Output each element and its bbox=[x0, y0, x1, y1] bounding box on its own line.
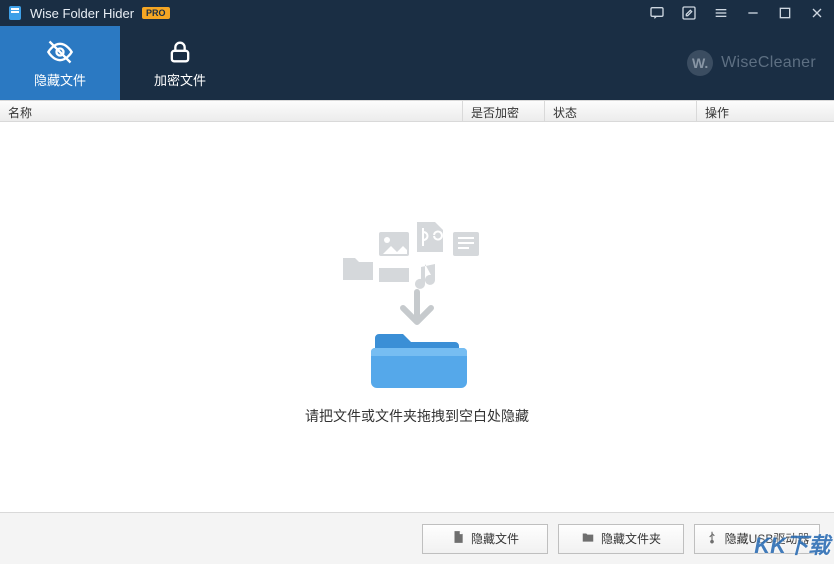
header-tabs: 隐藏文件 加密文件 W. WiseCleaner bbox=[0, 26, 834, 100]
column-name[interactable]: 名称 bbox=[0, 101, 463, 121]
brand-text: WiseCleaner bbox=[721, 54, 816, 72]
folder-icon bbox=[581, 530, 595, 547]
content-area: 名称 是否加密 状态 操作 bbox=[0, 100, 834, 564]
app-title: Wise Folder Hider bbox=[30, 6, 134, 21]
tab-encrypt-label: 加密文件 bbox=[154, 70, 206, 89]
feedback-icon[interactable] bbox=[648, 4, 666, 22]
titlebar: Wise Folder Hider PRO bbox=[0, 0, 834, 26]
column-status[interactable]: 状态 bbox=[545, 101, 697, 121]
column-encrypted[interactable]: 是否加密 bbox=[463, 101, 545, 121]
hide-usb-button[interactable]: 隐藏USB驱动器 bbox=[694, 524, 820, 554]
drop-illustration-icon bbox=[317, 208, 517, 388]
hide-file-label: 隐藏文件 bbox=[471, 530, 519, 547]
eye-off-icon bbox=[46, 38, 74, 66]
hide-usb-label: 隐藏USB驱动器 bbox=[725, 530, 810, 547]
tab-encrypt-files[interactable]: 加密文件 bbox=[120, 26, 240, 100]
tab-hide-files[interactable]: 隐藏文件 bbox=[0, 26, 120, 100]
menu-icon[interactable] bbox=[712, 4, 730, 22]
column-ops[interactable]: 操作 bbox=[697, 101, 834, 121]
hide-file-button[interactable]: 隐藏文件 bbox=[422, 524, 548, 554]
hide-folder-button[interactable]: 隐藏文件夹 bbox=[558, 524, 684, 554]
minimize-button[interactable] bbox=[744, 4, 762, 22]
usb-icon bbox=[705, 530, 719, 547]
tab-hide-label: 隐藏文件 bbox=[34, 70, 86, 89]
lock-icon bbox=[166, 38, 194, 66]
footer: 隐藏文件 隐藏文件夹 隐藏USB驱动器 bbox=[0, 512, 834, 564]
drop-area[interactable]: 请把文件或文件夹拖拽到空白处隐藏 bbox=[0, 122, 834, 512]
maximize-button[interactable] bbox=[776, 4, 794, 22]
edit-icon[interactable] bbox=[680, 4, 698, 22]
close-button[interactable] bbox=[808, 4, 826, 22]
file-icon bbox=[451, 530, 465, 547]
table-header: 名称 是否加密 状态 操作 bbox=[0, 100, 834, 122]
brand: W. WiseCleaner bbox=[687, 26, 834, 100]
drop-hint: 请把文件或文件夹拖拽到空白处隐藏 bbox=[305, 406, 529, 426]
brand-logo-icon: W. bbox=[687, 50, 713, 76]
pro-badge: PRO bbox=[142, 7, 170, 19]
app-icon bbox=[8, 5, 24, 21]
hide-folder-label: 隐藏文件夹 bbox=[601, 530, 661, 547]
